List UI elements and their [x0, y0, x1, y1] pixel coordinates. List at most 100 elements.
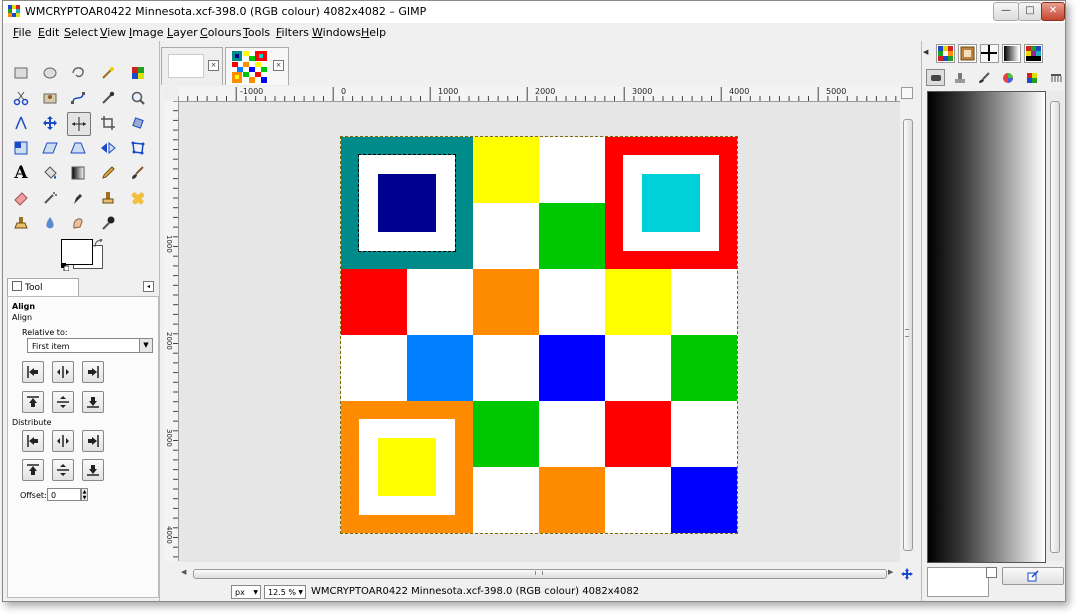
tab-gradients[interactable] [1002, 44, 1021, 63]
right-panel-scrollbar[interactable] [1046, 91, 1064, 561]
menu-image[interactable]: Image [129, 26, 163, 39]
tab-fonts[interactable] [1046, 69, 1065, 86]
gradient-preview[interactable] [927, 91, 1046, 563]
menu-view[interactable]: View [100, 26, 126, 39]
blend-tool[interactable] [67, 162, 89, 184]
image-tab-2[interactable]: × [225, 47, 289, 85]
clone-tool[interactable] [97, 187, 119, 209]
tab-tool-options[interactable]: Tool Options [7, 278, 79, 311]
align-left-button[interactable] [22, 361, 44, 383]
image-tab-1[interactable]: × [161, 47, 223, 85]
tab-palette-editor[interactable] [1022, 69, 1041, 86]
ellipse-select-tool[interactable] [39, 62, 61, 84]
image-tab-1-close-icon[interactable]: × [208, 60, 219, 71]
distribute-bottom-button[interactable] [82, 459, 104, 481]
vertical-scrollbar[interactable] [901, 101, 913, 562]
right-panel-scroll-thumb[interactable] [1050, 101, 1060, 553]
menu-windows[interactable]: Windows [312, 26, 361, 39]
tab-colors[interactable] [998, 69, 1017, 86]
swap-colors-icon[interactable] [94, 238, 103, 248]
tab-brush-editor[interactable] [974, 69, 993, 86]
canvas-area[interactable] [179, 102, 900, 562]
menu-tools[interactable]: Tools [243, 26, 270, 39]
text-tool[interactable]: A [10, 162, 32, 184]
bucket-fill-tool[interactable] [39, 162, 61, 184]
menu-colours[interactable]: Colours [200, 26, 241, 39]
perspective-clone-tool[interactable] [10, 212, 32, 234]
close-button[interactable]: ✕ [1041, 2, 1065, 21]
rotate-tool[interactable] [127, 112, 149, 134]
tab-patterns[interactable] [936, 44, 955, 63]
maximize-button[interactable]: □ [1018, 2, 1042, 21]
perspective-tool[interactable] [67, 137, 89, 159]
airbrush-tool[interactable] [39, 187, 61, 209]
navigate-icon[interactable] [901, 567, 913, 580]
menu-select[interactable]: Select [64, 26, 98, 39]
scroll-left-icon[interactable]: ◀ [181, 568, 186, 576]
relative-to-dropdown[interactable]: First item ▼ [27, 338, 153, 353]
foreground-color-swatch[interactable] [61, 239, 93, 265]
image-canvas[interactable] [340, 136, 738, 534]
tab-brushes[interactable] [980, 44, 999, 63]
horizontal-scrollbar[interactable]: ◀ ▶ [179, 567, 899, 580]
align-tool[interactable] [67, 112, 91, 136]
rect-select-tool[interactable] [10, 62, 32, 84]
scroll-right-icon[interactable]: ▶ [888, 568, 893, 576]
distribute-middle-button[interactable] [52, 459, 74, 481]
image-tab-2-close-icon[interactable]: × [273, 60, 284, 71]
unit-dropdown[interactable]: px ▼ [231, 585, 261, 599]
minimize-button[interactable]: — [993, 2, 1019, 21]
align-middle-button[interactable] [52, 391, 74, 413]
menu-edit[interactable]: Edit [38, 26, 59, 39]
default-colors-icon[interactable] [61, 263, 70, 272]
menu-layer[interactable]: Layer [167, 26, 198, 39]
free-select-tool[interactable] [67, 62, 89, 84]
measure-tool[interactable] [10, 112, 32, 134]
align-bottom-button[interactable] [82, 391, 104, 413]
scissors-select-tool[interactable] [10, 87, 32, 109]
select-by-color-tool[interactable] [127, 62, 149, 84]
distribute-center-button[interactable] [52, 430, 74, 452]
tab-device-status[interactable] [926, 69, 945, 86]
smudge-tool[interactable] [67, 212, 89, 234]
menu-filters[interactable]: Filters [276, 26, 309, 39]
color-picker-tool[interactable] [97, 87, 119, 109]
scale-tool[interactable] [10, 137, 32, 159]
offset-input[interactable]: 0 [47, 488, 81, 501]
edit-brush-button[interactable] [1002, 567, 1064, 585]
distribute-right-button[interactable] [82, 430, 104, 452]
distribute-left-button[interactable] [22, 430, 44, 452]
heal-tool[interactable] [127, 187, 149, 209]
menu-file[interactable]: File [13, 26, 31, 39]
distribute-top-button[interactable] [22, 459, 44, 481]
align-center-button[interactable] [52, 361, 74, 383]
menu-help[interactable]: Help [361, 26, 386, 39]
crop-tool[interactable] [97, 112, 119, 134]
move-tool[interactable] [39, 112, 61, 134]
shear-tool[interactable] [39, 137, 61, 159]
pencil-tool[interactable] [97, 162, 119, 184]
paths-tool[interactable] [67, 87, 89, 109]
tab-images[interactable] [958, 44, 977, 63]
panel-menu-icon[interactable]: ◂ [143, 281, 154, 292]
align-top-button[interactable] [22, 391, 44, 413]
eraser-tool[interactable] [10, 187, 32, 209]
cross-brush-icon [981, 45, 997, 61]
foreground-select-tool[interactable] [39, 87, 61, 109]
offset-spinner[interactable]: ▲ ▼ [81, 488, 88, 501]
align-right-button[interactable] [82, 361, 104, 383]
tab-document-history[interactable] [950, 69, 969, 86]
paintbrush-tool[interactable] [127, 162, 149, 184]
brush-preview-edit-icon[interactable] [986, 567, 997, 578]
dodge-burn-tool[interactable] [97, 212, 119, 234]
fuzzy-select-tool[interactable] [97, 62, 119, 84]
zoom-dropdown[interactable]: 12.5 % ▼ [264, 585, 306, 599]
dock-menu-icon[interactable]: ◀ [923, 48, 928, 56]
navigate-top-icon[interactable] [901, 87, 913, 99]
cage-transform-tool[interactable] [127, 137, 149, 159]
flip-tool[interactable] [97, 137, 119, 159]
blur-sharpen-tool[interactable] [39, 212, 61, 234]
tab-palettes[interactable] [1024, 44, 1043, 63]
zoom-tool[interactable] [127, 87, 149, 109]
ink-tool[interactable] [67, 187, 89, 209]
